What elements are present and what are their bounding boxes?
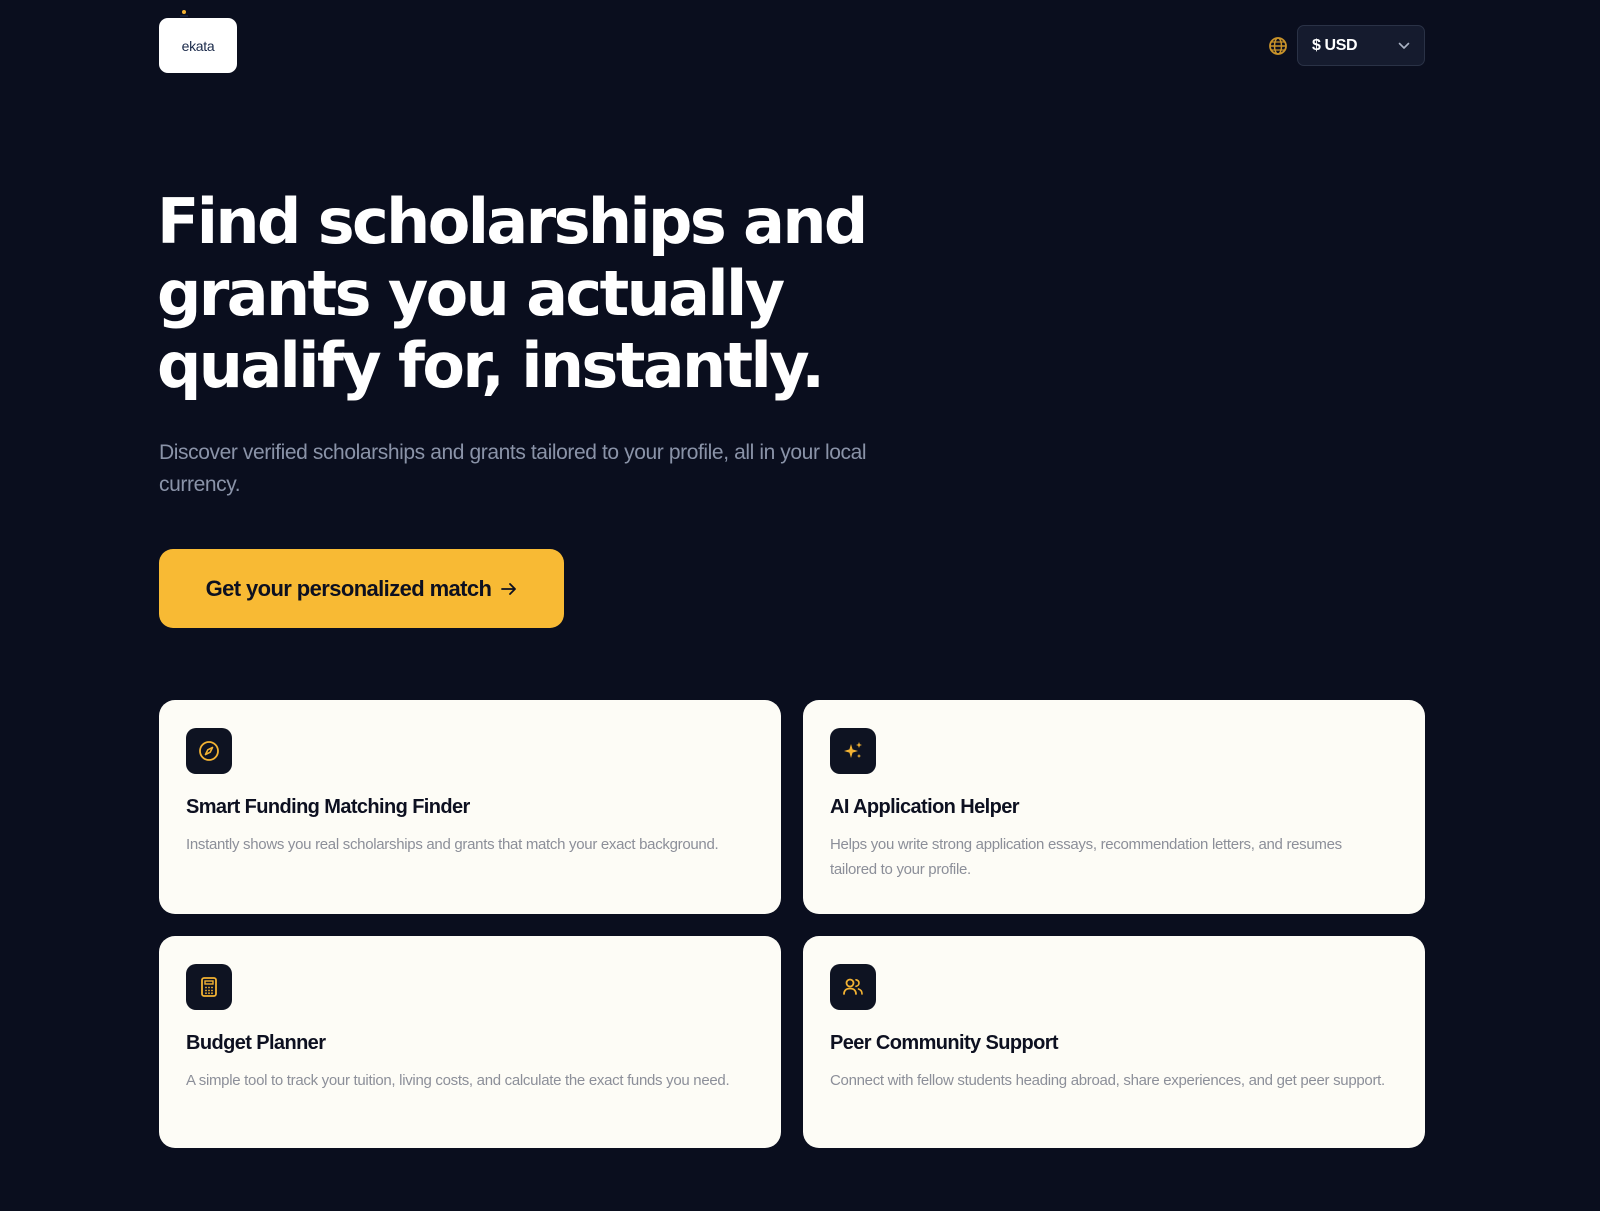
feature-card-ai-helper[interactable]: AI Application Helper Helps you write st… [803,700,1425,914]
brand-logo[interactable]: ekata [159,10,237,73]
feature-title: Smart Funding Matching Finder [186,796,470,818]
sparkles-icon [830,728,876,774]
feature-card-funding-finder[interactable]: Smart Funding Matching Finder Instantly … [159,700,781,914]
feature-description: A simple tool to track your tuition, liv… [186,1072,730,1089]
hero-title: Find scholarships and grants you actuall… [157,185,868,402]
cta-label: Get your personalized match [205,575,492,601]
currency-select[interactable]: $ USD [1297,25,1425,66]
feature-title: Budget Planner [186,1032,326,1054]
calculator-icon [186,964,232,1010]
globe-icon [1268,36,1288,56]
feature-card-peer-community[interactable]: Peer Community Support Connect with fell… [803,936,1425,1148]
chevron-down-icon [1398,42,1410,50]
users-icon [830,964,876,1010]
feature-description: Connect with fellow students heading abr… [830,1072,1385,1089]
logo-text: ekata [181,37,215,54]
feature-description: Instantly shows you real scholarships an… [186,836,719,853]
feature-card-budget-planner[interactable]: Budget Planner A simple tool to track yo… [159,936,781,1148]
compass-icon [186,728,232,774]
feature-description: Helps you write strong application essay… [830,836,1342,878]
landing-page: ekata $ USD Find scholarships and grants… [0,0,1600,1211]
feature-title: AI Application Helper [830,796,1020,818]
hero-subtitle: Discover verified scholarships and grant… [159,441,867,496]
personalized-match-button[interactable]: Get your personalized match [159,549,564,628]
arrow-right-icon [501,582,517,596]
feature-title: Peer Community Support [830,1032,1059,1054]
currency-selected-value: $ USD [1312,36,1358,54]
